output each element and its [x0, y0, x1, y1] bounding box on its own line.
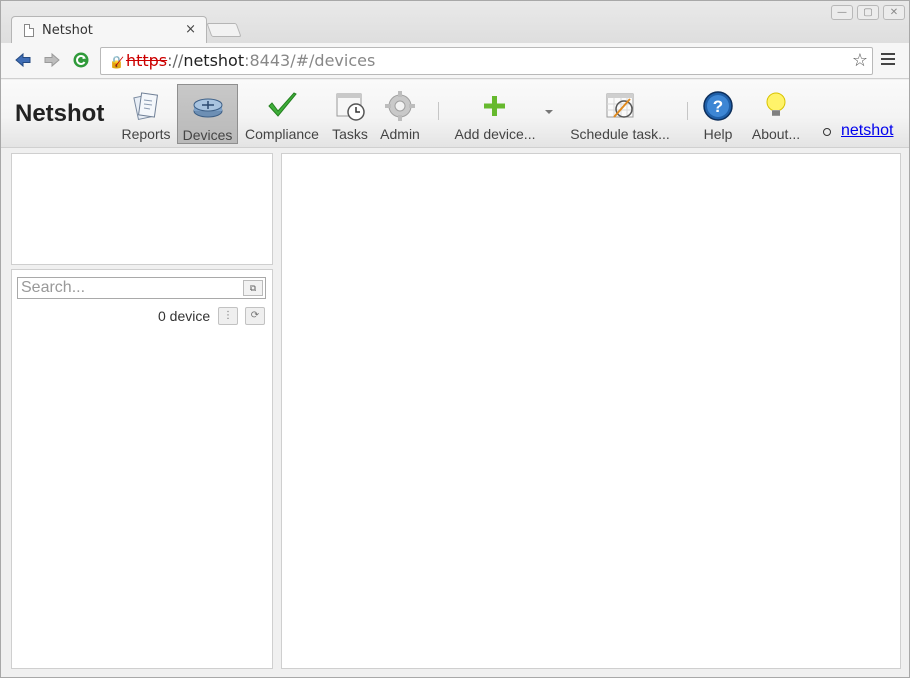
tab-title: Netshot [42, 22, 93, 38]
nav-about[interactable]: About... [749, 84, 803, 144]
help-icon: ? [702, 90, 734, 122]
device-list-panel [11, 269, 273, 669]
nav-schedule-task-label: Schedule task... [570, 126, 670, 142]
nav-reports-label: Reports [121, 126, 171, 142]
svg-text:?: ? [713, 97, 723, 116]
username: netshot [841, 122, 894, 139]
checkmark-icon [266, 90, 298, 122]
nav-devices-label: Devices [182, 127, 233, 143]
address-bar[interactable]: 🔒̸ https://netshot:8443/#/devices ☆ [100, 47, 873, 75]
search-expand-icon[interactable]: ⧉ [243, 280, 263, 296]
forward-button[interactable] [42, 51, 62, 71]
nav-about-label: About... [751, 126, 801, 142]
nav-add-device-label: Add device... [454, 126, 536, 142]
reload-icon [73, 52, 89, 68]
browser-toolbar: 🔒̸ https://netshot:8443/#/devices ☆ [1, 43, 909, 79]
device-count: 0 device [158, 308, 211, 324]
nav-schedule-task[interactable]: Schedule task... [567, 84, 673, 144]
plus-icon [479, 90, 511, 122]
calendar-icon [604, 90, 636, 122]
reports-icon [130, 90, 162, 122]
device-search-input[interactable]: Search... ⧉ [17, 277, 266, 299]
nav-tasks-label: Tasks [332, 126, 368, 142]
forward-arrow-icon [44, 52, 60, 68]
nav-compliance[interactable]: Compliance [243, 84, 321, 144]
app-brand: Netshot [15, 100, 105, 127]
search-placeholder: Search... [21, 279, 86, 296]
new-tab-button[interactable] [206, 23, 242, 37]
app-header: Netshot Reports Devices Compliance Tasks… [1, 80, 909, 148]
list-options-button[interactable]: ⋮ [218, 307, 238, 325]
nav-add-device[interactable]: Add device... [451, 84, 539, 144]
maximize-button[interactable]: ▢ [857, 5, 879, 20]
nav-separator [438, 102, 439, 120]
bookmark-star-icon[interactable]: ☆ [852, 48, 868, 74]
browser-window: Netshot × — ▢ ✕ 🔒̸ https://netshot:8443/… [0, 0, 910, 678]
reload-button[interactable] [71, 51, 91, 71]
gear-icon [384, 90, 416, 122]
nav-help-label: Help [703, 126, 733, 142]
insecure-lock-icon: 🔒̸ [109, 55, 124, 69]
url-separator: :// [167, 51, 184, 70]
url-scheme: https [125, 51, 168, 70]
document-icon [24, 23, 34, 37]
close-window-button[interactable]: ✕ [883, 5, 905, 20]
nav-compliance-label: Compliance [245, 126, 319, 142]
back-arrow-icon [15, 52, 31, 68]
refresh-list-button[interactable]: ⟳ [245, 307, 265, 325]
minimize-button[interactable]: — [831, 5, 853, 20]
browser-tab[interactable]: Netshot × [11, 16, 207, 43]
add-device-dropdown-caret[interactable] [545, 110, 553, 114]
url-path: :8443/#/devices [244, 51, 376, 70]
browser-menu-icon[interactable] [881, 53, 895, 67]
devices-icon [192, 91, 224, 123]
nav-tasks[interactable]: Tasks [328, 84, 372, 144]
nav-separator [687, 102, 688, 120]
user-menu-link[interactable]: netshot [823, 122, 893, 140]
tab-close-button[interactable]: × [185, 22, 196, 37]
device-detail-panel [281, 153, 901, 669]
nav-reports[interactable]: Reports [117, 84, 175, 144]
tab-strip: Netshot × — ▢ ✕ [1, 1, 909, 43]
clock-icon [334, 90, 366, 122]
nav-admin[interactable]: Admin [377, 84, 423, 144]
back-button[interactable] [13, 51, 33, 71]
url-host: netshot [183, 51, 245, 70]
user-icon [823, 128, 831, 136]
lightbulb-icon [760, 90, 792, 122]
nav-help[interactable]: ? Help [699, 84, 737, 144]
nav-admin-label: Admin [380, 126, 420, 142]
nav-devices[interactable]: Devices [177, 84, 238, 144]
device-groups-panel [11, 153, 273, 265]
